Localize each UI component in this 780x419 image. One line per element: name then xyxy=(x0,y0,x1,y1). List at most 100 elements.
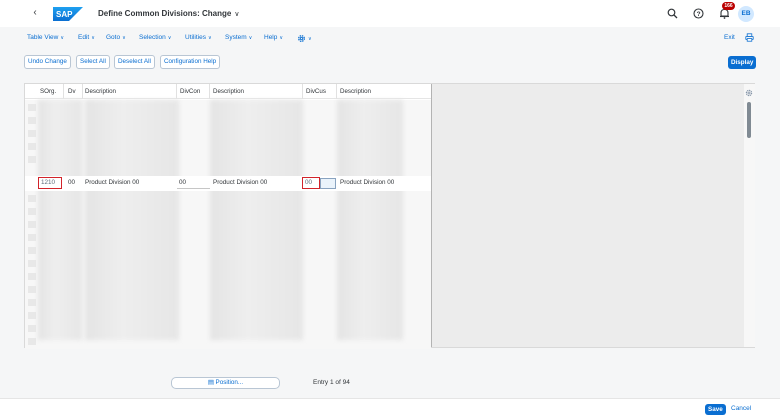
menu-edit[interactable]: Edit ∨ xyxy=(78,34,95,41)
search-icon[interactable] xyxy=(667,8,678,19)
row-selector[interactable] xyxy=(28,299,36,306)
chevron-down-icon: ∨ xyxy=(60,35,64,41)
menu-selection[interactable]: Selection ∨ xyxy=(139,34,171,41)
svg-text:SAP: SAP xyxy=(56,10,73,19)
row-selector[interactable] xyxy=(28,286,36,293)
position-button[interactable]: ▤ Position... xyxy=(171,377,280,389)
column-header-divcon[interactable]: DivCon xyxy=(180,88,200,95)
column-divider xyxy=(82,84,83,99)
shell-header: ‹ SAP Define Common Divisions: Change ∨ ?… xyxy=(0,0,780,27)
empty-table-area xyxy=(431,84,744,347)
sap-logo[interactable]: SAP xyxy=(53,7,83,21)
chevron-down-icon: ∨ xyxy=(308,36,312,43)
divcus-field[interactable]: 00 xyxy=(302,177,320,189)
row-selector[interactable] xyxy=(28,260,36,267)
row-selector[interactable] xyxy=(28,234,36,241)
chevron-down-icon: ∨ xyxy=(207,35,212,41)
app-title-text: Define Common Divisions: Change xyxy=(98,9,232,18)
column-header-sorg[interactable]: SOrg. xyxy=(40,88,56,95)
description-cell-3: Product Division 00 xyxy=(340,179,395,186)
row-selector[interactable] xyxy=(28,208,36,215)
sorg-field[interactable]: 1210 xyxy=(38,177,62,189)
table-container: SOrg. Dv Description DivCon Description … xyxy=(24,83,755,349)
cancel-button[interactable]: Cancel xyxy=(731,405,751,412)
blurred-column xyxy=(38,100,82,340)
save-button[interactable]: Save xyxy=(705,404,726,415)
row-selector[interactable] xyxy=(28,117,36,124)
column-divider xyxy=(302,84,303,99)
scrollbar-thumb[interactable] xyxy=(747,102,751,138)
svg-text:?: ? xyxy=(697,11,701,18)
column-header-description-3[interactable]: Description xyxy=(340,88,371,95)
column-header-description-2[interactable]: Description xyxy=(213,88,244,95)
entry-counter: Entry 1 of 94 xyxy=(313,379,350,386)
row-selector[interactable] xyxy=(28,338,36,345)
menu-table-view[interactable]: Table View ∨ xyxy=(27,34,64,41)
undo-change-button[interactable]: Undo Change xyxy=(24,55,71,69)
column-divider xyxy=(63,84,64,99)
position-label: Position... xyxy=(215,379,244,386)
select-all-button[interactable]: Select All xyxy=(76,55,110,69)
row-selector[interactable] xyxy=(28,104,36,111)
notification-badge: 166 xyxy=(722,2,735,10)
chevron-down-icon: ∨ xyxy=(91,35,95,41)
row-selector[interactable] xyxy=(28,247,36,254)
app-title[interactable]: Define Common Divisions: Change ∨ xyxy=(98,9,239,18)
column-divider xyxy=(176,84,177,99)
gear-icon xyxy=(298,35,305,42)
table-body: 1210 00 Product Division 00 00 Product D… xyxy=(25,100,431,349)
description-cell-2: Product Division 00 xyxy=(213,179,268,186)
row-selector[interactable] xyxy=(28,325,36,332)
help-icon[interactable]: ? xyxy=(693,8,704,19)
menu-label: Selection xyxy=(139,34,166,41)
menu-goto[interactable]: Goto ∨ xyxy=(106,34,126,41)
row-selector[interactable] xyxy=(28,156,36,163)
menu-label: Utilities xyxy=(185,34,206,41)
footer-bar xyxy=(0,398,780,419)
column-header-description[interactable]: Description xyxy=(85,88,116,95)
toolbar: Undo Change Select All Deselect All Conf… xyxy=(0,55,780,70)
chevron-down-icon: ∨ xyxy=(122,35,126,41)
divcon-field[interactable]: 00 xyxy=(177,178,210,189)
deselect-all-button[interactable]: Deselect All xyxy=(114,55,155,69)
menu-settings[interactable]: ∨ xyxy=(297,34,312,43)
column-header-divcus[interactable]: DivCus xyxy=(306,88,326,95)
chevron-down-icon: ∨ xyxy=(234,11,240,18)
divcus-value-help[interactable] xyxy=(320,178,336,189)
column-divider xyxy=(336,84,337,99)
menu-label: System xyxy=(225,34,247,41)
display-button[interactable]: Display xyxy=(728,56,757,69)
chevron-down-icon: ∨ xyxy=(248,35,253,41)
row-selector[interactable] xyxy=(28,221,36,228)
column-header-dv[interactable]: Dv xyxy=(68,88,76,95)
position-icon: ▤ xyxy=(207,379,214,386)
vertical-scrollbar[interactable] xyxy=(744,84,755,347)
exit-link[interactable]: Exit xyxy=(724,34,735,41)
row-selector[interactable] xyxy=(28,130,36,137)
description-cell: Product Division 00 xyxy=(85,179,140,186)
column-divider xyxy=(209,84,210,99)
chevron-down-icon: ∨ xyxy=(167,35,172,41)
row-selector[interactable] xyxy=(28,273,36,280)
chevron-down-icon: ∨ xyxy=(279,35,284,41)
blurred-column xyxy=(85,100,179,340)
menu-help[interactable]: Help ∨ xyxy=(264,34,283,41)
menu-utilities[interactable]: Utilities ∨ xyxy=(185,34,212,41)
blurred-column xyxy=(210,100,303,340)
configuration-help-button[interactable]: Configuration Help xyxy=(160,55,221,69)
menu-label: Table View xyxy=(27,34,59,41)
menu-bar: Table View ∨ Edit ∨ Goto ∨ Selection ∨ Utili… xyxy=(0,29,780,49)
avatar[interactable]: EB xyxy=(738,6,754,22)
row-selector[interactable] xyxy=(28,312,36,319)
menu-label: Edit xyxy=(78,34,90,41)
table-row-1210[interactable]: 1210 00 Product Division 00 00 Product D… xyxy=(25,176,431,191)
menu-label: Goto xyxy=(106,34,121,41)
dv-cell: 00 xyxy=(68,179,76,186)
row-selector[interactable] xyxy=(28,143,36,150)
back-icon[interactable]: ‹ xyxy=(29,7,41,19)
printer-icon[interactable] xyxy=(745,33,754,42)
table-settings-icon[interactable] xyxy=(745,89,753,97)
row-selector[interactable] xyxy=(28,195,36,202)
menu-system[interactable]: System ∨ xyxy=(225,34,252,41)
menu-label: Help xyxy=(264,34,278,41)
